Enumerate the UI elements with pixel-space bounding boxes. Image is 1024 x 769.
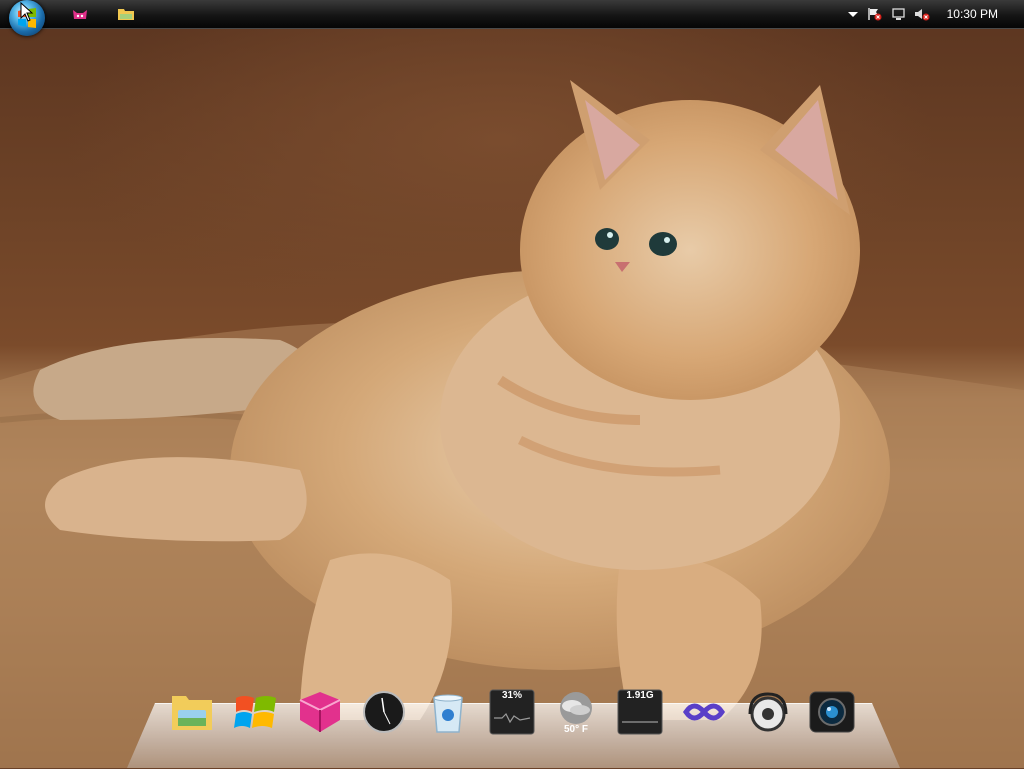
- volume-muted-icon[interactable]: [914, 7, 930, 21]
- memory-meter-widget[interactable]: 1.91G: [616, 688, 664, 736]
- network-icon[interactable]: [891, 7, 907, 21]
- desktop-wallpaper: [0, 0, 1024, 768]
- windows-logo-icon[interactable]: [232, 688, 280, 736]
- clock[interactable]: 10:30 PM: [947, 7, 998, 21]
- action-center-flag-icon[interactable]: [867, 7, 883, 21]
- recycle-bin-icon[interactable]: [424, 688, 472, 736]
- cpu-meter-value: 31%: [501, 690, 522, 701]
- cat-photo: [0, 80, 1024, 768]
- mouse-cursor: [20, 2, 34, 22]
- folder-icon[interactable]: [117, 5, 135, 23]
- taskbar: 10:30 PM: [0, 0, 1024, 36]
- weather-widget[interactable]: 50° F: [552, 688, 600, 736]
- visual-studio-icon[interactable]: [680, 688, 728, 736]
- weather-temperature: 50° F: [563, 724, 588, 735]
- cpu-meter-widget[interactable]: 31%: [488, 688, 536, 736]
- explorer-folder-icon[interactable]: [168, 688, 216, 736]
- memory-meter-value: 1.91G: [626, 690, 654, 701]
- headphones-media-icon[interactable]: [744, 688, 792, 736]
- cat-app-icon[interactable]: [71, 5, 89, 23]
- camera-icon[interactable]: [808, 688, 856, 736]
- clock-widget-icon[interactable]: [360, 688, 408, 736]
- pink-cube-app-icon[interactable]: [296, 688, 344, 736]
- show-hidden-icons-arrow[interactable]: [845, 7, 861, 21]
